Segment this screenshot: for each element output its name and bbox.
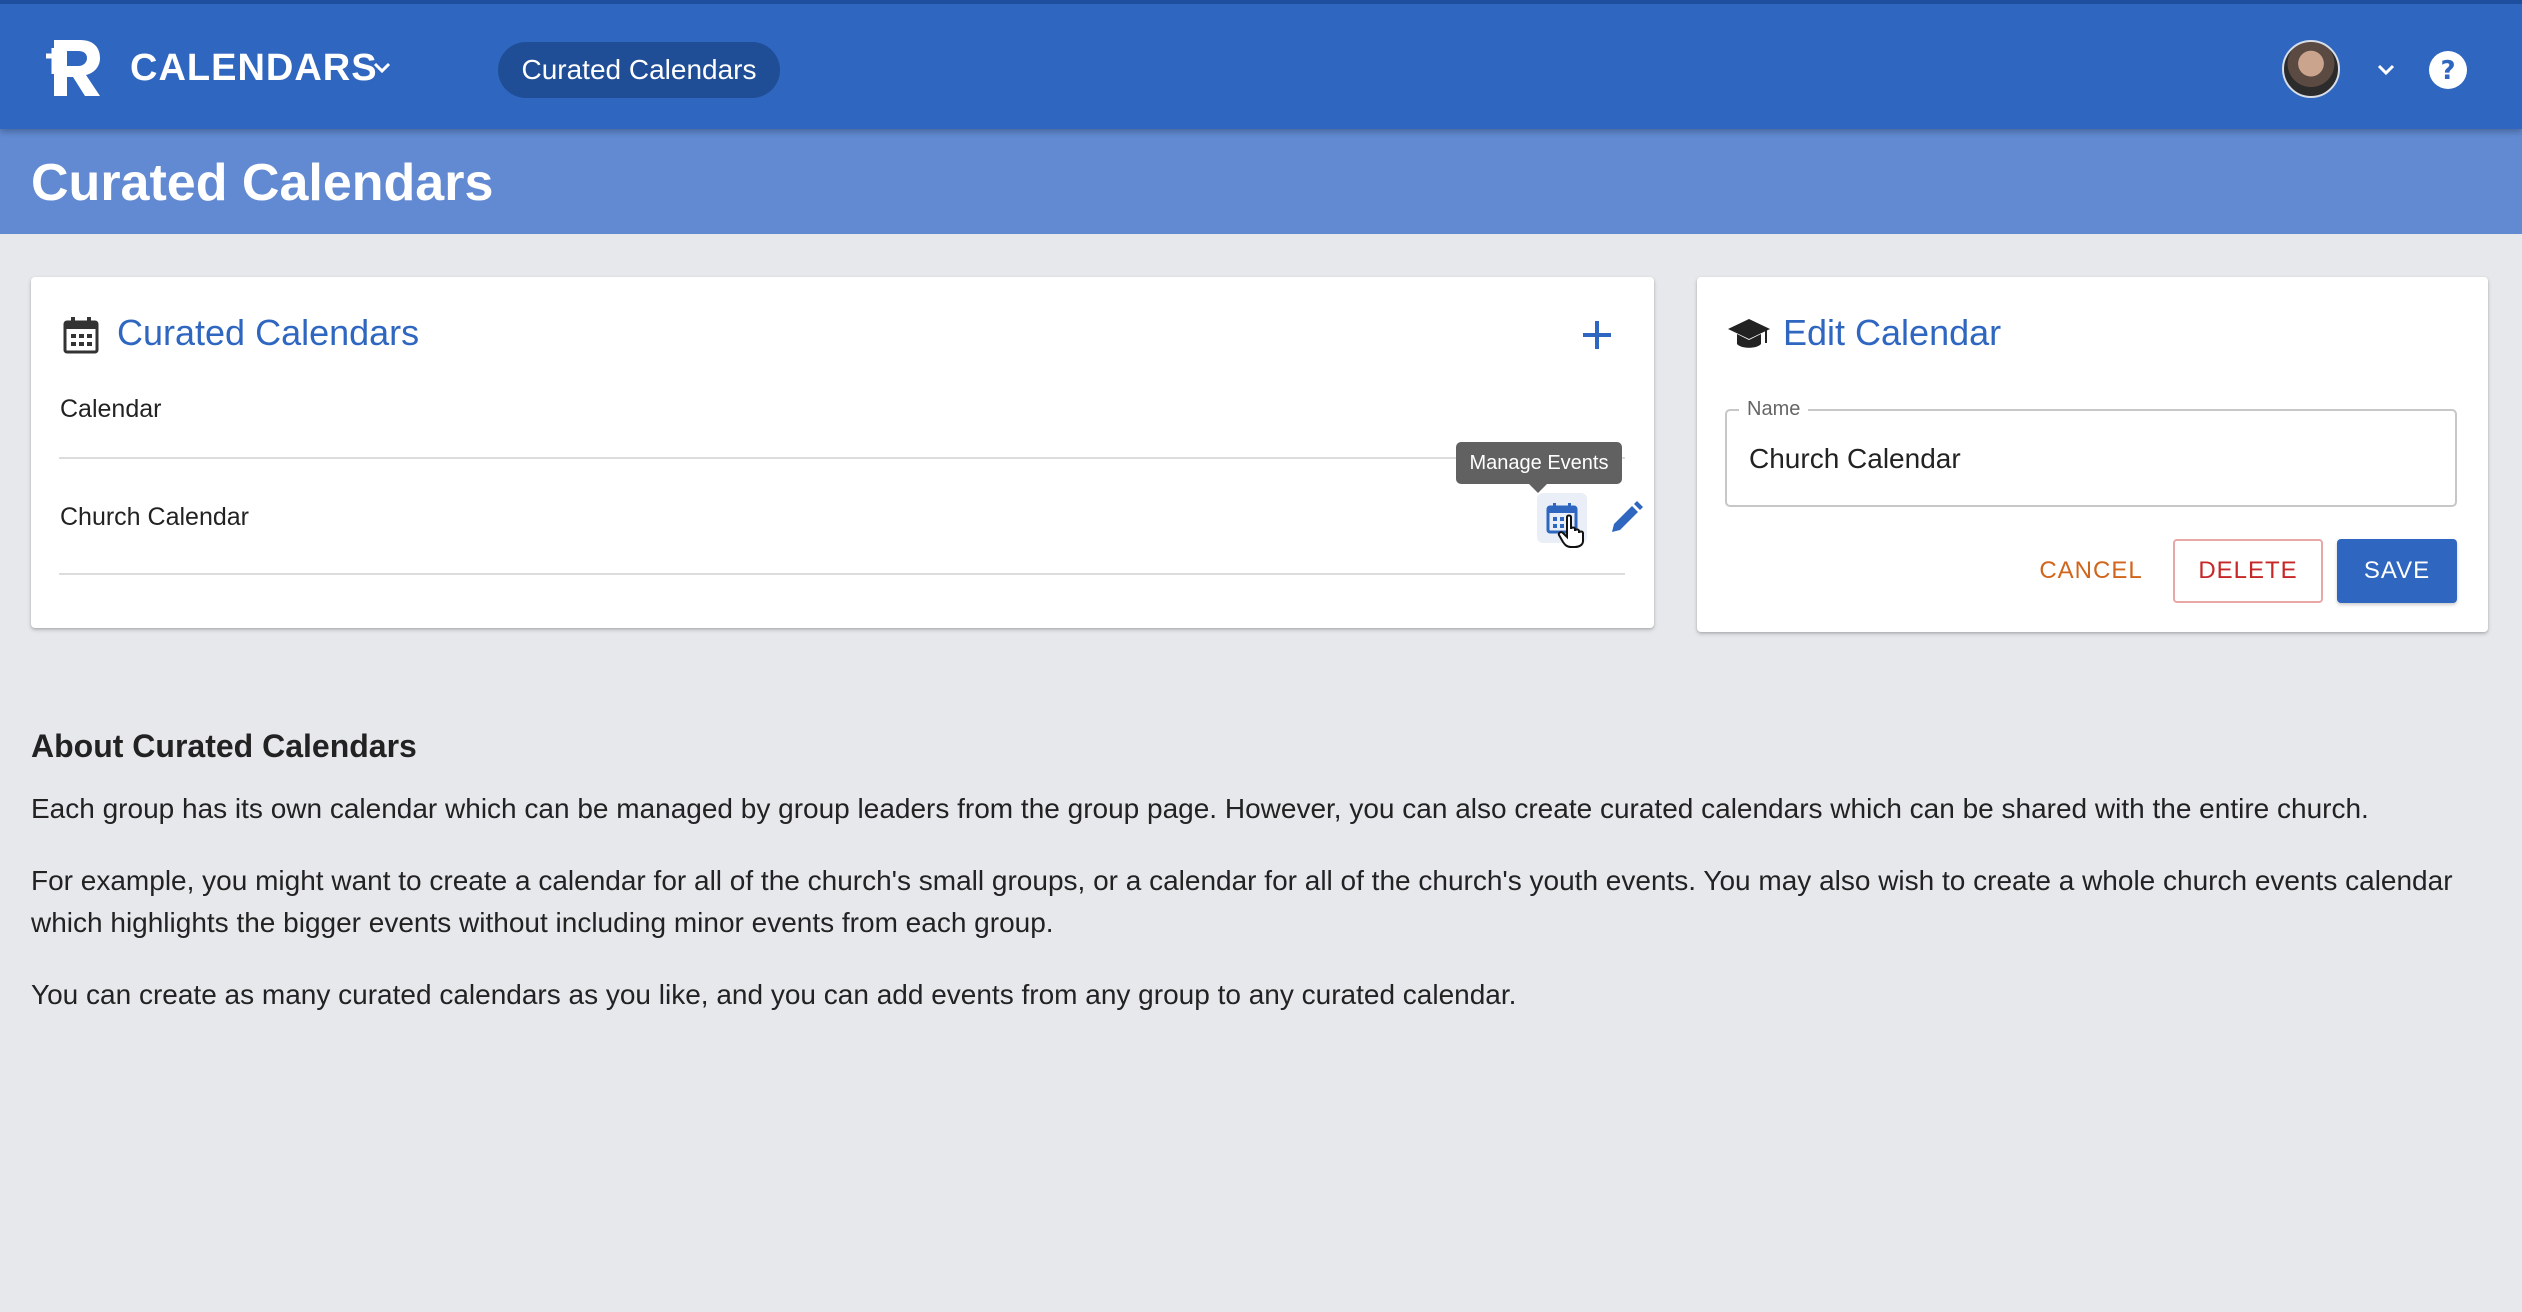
hand-cursor-icon	[1557, 514, 1584, 548]
about-section: About Curated Calendars Each group has i…	[31, 724, 2491, 1046]
chevron-down-icon[interactable]	[370, 56, 394, 80]
cancel-button[interactable]: CANCEL	[2027, 539, 2155, 603]
delete-button[interactable]: DELETE	[2173, 539, 2323, 603]
about-heading: About Curated Calendars	[31, 728, 417, 764]
name-input-value[interactable]: Church Calendar	[1749, 441, 1961, 477]
calendar-name: Calendar	[60, 395, 162, 423]
app-title[interactable]: CALENDARS	[130, 44, 378, 92]
edit-pencil-icon[interactable]	[1605, 497, 1647, 539]
top-app-bar: CALENDARS Curated Calendars ?	[0, 0, 2522, 129]
manage-events-tooltip: Manage Events	[1456, 442, 1622, 493]
name-field-label: Name	[1739, 397, 1809, 421]
graduation-cap-icon	[1728, 319, 1770, 348]
list-item[interactable]: Church Calendar	[59, 463, 1643, 575]
edit-calendar-card: Edit Calendar Name Church Calendar CANCE…	[1697, 277, 2488, 632]
page-title: Curated Calendars	[31, 154, 494, 212]
app-logo-icon[interactable]	[40, 34, 106, 100]
name-field[interactable]: Name Church Calendar	[1725, 397, 2457, 507]
page-header-band: Curated Calendars	[0, 129, 2522, 234]
calendar-name: Church Calendar	[60, 503, 249, 531]
nav-tab-curated-calendars[interactable]: Curated Calendars	[498, 42, 780, 98]
user-avatar[interactable]	[2282, 40, 2340, 98]
save-button[interactable]: SAVE	[2337, 539, 2457, 603]
about-paragraph: You can create as many curated calendars…	[31, 979, 1517, 1010]
user-menu-chevron-icon[interactable]	[2374, 58, 2398, 82]
about-paragraph: For example, you might want to create a …	[31, 865, 2453, 938]
help-icon[interactable]: ?	[2428, 50, 2468, 90]
about-paragraph: Each group has its own calendar which ca…	[31, 793, 2369, 824]
card-title: Edit Calendar	[1783, 312, 2002, 353]
curated-calendars-card: Curated Calendars Calendar Church Calend…	[31, 277, 1654, 628]
list-item[interactable]: Calendar	[59, 331, 1625, 459]
svg-text:?: ?	[2440, 56, 2455, 86]
